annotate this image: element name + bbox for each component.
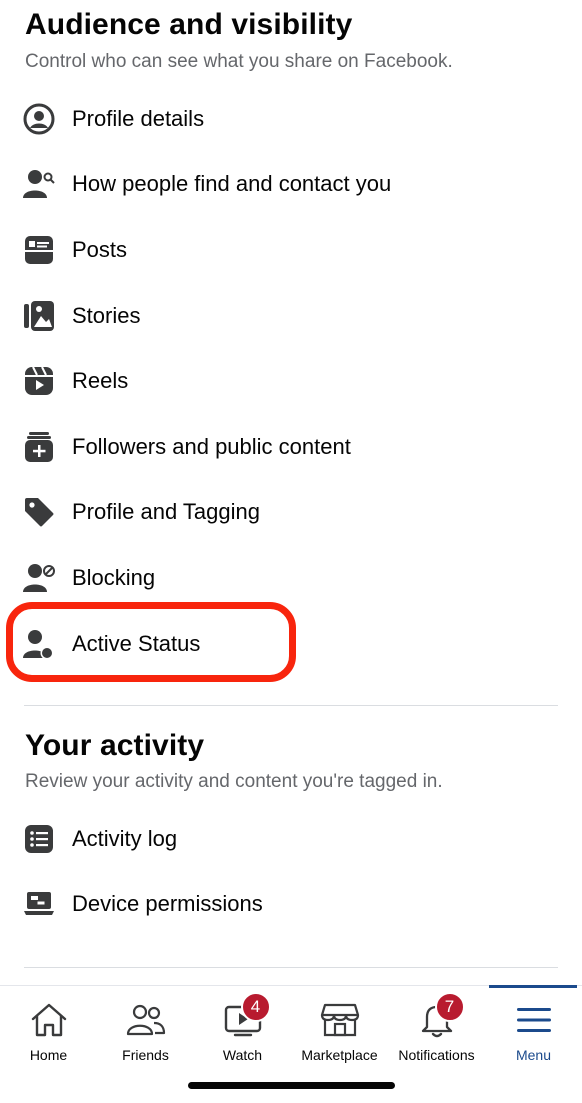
- tab-label: Friends: [122, 1047, 169, 1063]
- menu-item-device-permissions[interactable]: Device permissions: [10, 874, 570, 934]
- tab-marketplace[interactable]: Marketplace: [291, 986, 388, 1076]
- menu-item-profile-details[interactable]: Profile details: [10, 89, 570, 149]
- bell-icon: 7: [417, 992, 465, 1040]
- device-icon: [22, 887, 56, 921]
- marketplace-icon: [320, 1000, 360, 1040]
- activity-section-subtitle: Review your activity and content you're …: [25, 771, 443, 792]
- menu-icon: [514, 1000, 554, 1040]
- person-search-icon: [22, 167, 56, 201]
- tab-label: Notifications: [398, 1047, 475, 1063]
- audience-section-subtitle: Control who can see what you share on Fa…: [25, 51, 453, 72]
- block-user-icon: [22, 561, 56, 595]
- tab-menu[interactable]: Menu: [485, 986, 582, 1076]
- menu-item-label: Profile and Tagging: [72, 499, 260, 524]
- tab-label: Menu: [515, 1047, 552, 1063]
- menu-item-label: Stories: [72, 303, 141, 328]
- tab-watch[interactable]: 4 Watch: [194, 986, 291, 1076]
- menu-item-blocking[interactable]: Blocking: [10, 548, 570, 608]
- posts-icon: [22, 233, 56, 267]
- section-divider: [24, 967, 558, 968]
- home-icon: [29, 1000, 69, 1040]
- menu-item-label: Device permissions: [72, 891, 263, 916]
- section-divider: [24, 705, 558, 706]
- menu-item-posts[interactable]: Posts: [10, 220, 570, 280]
- profile-circle-icon: [22, 102, 56, 136]
- menu-item-label: How people find and contact you: [72, 171, 392, 196]
- list-icon: [22, 822, 56, 856]
- menu-item-activity-log[interactable]: Activity log: [10, 809, 570, 869]
- friends-icon: [126, 1000, 166, 1040]
- menu-item-reels[interactable]: Reels: [10, 351, 570, 411]
- notifications-badge: 7: [434, 992, 465, 1022]
- menu-item-profile-tagging[interactable]: Profile and Tagging: [10, 482, 570, 542]
- menu-item-label: Blocking: [72, 565, 156, 590]
- tab-label: Marketplace: [301, 1047, 378, 1063]
- followers-icon: [22, 430, 56, 464]
- audience-section-title: Audience and visibility: [25, 8, 353, 41]
- menu-item-label: Followers and public content: [72, 434, 351, 459]
- menu-item-followers[interactable]: Followers and public content: [10, 417, 570, 477]
- tab-friends[interactable]: Friends: [97, 986, 194, 1076]
- tab-label: Home: [29, 1047, 68, 1063]
- menu-item-label: Posts: [72, 237, 128, 262]
- menu-item-stories[interactable]: Stories: [10, 286, 570, 346]
- activity-section-title: Your activity: [25, 729, 205, 762]
- tag-icon: [22, 495, 56, 529]
- menu-item-find-contact[interactable]: How people find and contact you: [10, 154, 570, 214]
- active-status-highlight: [6, 602, 296, 682]
- tab-home[interactable]: Home: [0, 986, 97, 1076]
- tab-notifications[interactable]: 7 Notifications: [388, 986, 485, 1076]
- menu-item-label: Reels: [72, 368, 129, 393]
- watch-badge: 4: [240, 992, 271, 1022]
- menu-item-label: Activity log: [72, 826, 178, 851]
- watch-icon: 4: [223, 992, 271, 1040]
- stories-icon: [22, 299, 56, 333]
- reels-icon: [22, 364, 56, 398]
- home-indicator[interactable]: [188, 1082, 395, 1089]
- menu-item-label: Profile details: [72, 106, 205, 131]
- tab-label: Watch: [222, 1047, 263, 1063]
